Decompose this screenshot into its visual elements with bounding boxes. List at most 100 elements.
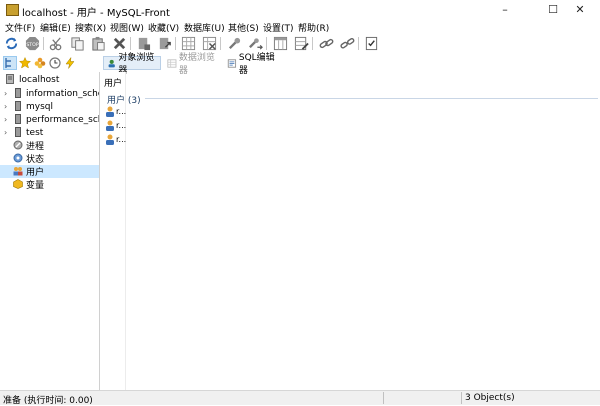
star-icon[interactable] (18, 56, 32, 70)
chevron-right-icon[interactable]: › (4, 89, 7, 98)
toolbar-separator (175, 37, 176, 50)
app-icon (6, 4, 19, 16)
tree-item-mysql[interactable]: › mysql (0, 100, 99, 113)
table-edit-icon[interactable] (293, 35, 309, 51)
user-icon (106, 106, 114, 117)
svg-text:STOP: STOP (26, 41, 38, 47)
close-button[interactable]: ✕ (560, 0, 600, 20)
sidebar-toolbar (0, 55, 100, 72)
window-title: localhost - 用户 - MySQL-Front (22, 8, 170, 19)
tree-item-label: mysql (26, 101, 53, 112)
chevron-right-icon[interactable]: › (4, 128, 7, 137)
menu-settings[interactable]: 设置(T) (263, 21, 294, 34)
object-browser-icon (108, 59, 115, 67)
user-icon (106, 120, 114, 131)
unlink-icon[interactable] (339, 35, 355, 51)
user-name: r... (116, 107, 127, 116)
menu-help[interactable]: 帮助(R) (298, 21, 329, 34)
main-toolbar: STOP (0, 34, 600, 54)
clock-icon[interactable] (48, 56, 62, 70)
object-count: 3 Object(s) (465, 393, 515, 403)
status-divider (461, 392, 462, 404)
users-icon (13, 167, 23, 176)
process-icon (13, 140, 23, 150)
menu-edit[interactable]: 编辑(E) (40, 21, 71, 34)
status-icon (13, 153, 23, 163)
tree-item-test[interactable]: › test (0, 126, 99, 139)
toolbar-separator (266, 37, 267, 50)
delete-icon[interactable] (111, 35, 127, 51)
tab-sql-editor[interactable]: SQL编辑器 (224, 53, 282, 76)
menu-search[interactable]: 搜索(X) (75, 21, 106, 34)
user-item[interactable]: r... (105, 133, 127, 146)
refresh-icon[interactable] (3, 35, 19, 51)
tree-item-label: 进程 (26, 142, 45, 152)
paste-icon[interactable] (90, 35, 106, 51)
tree-item-users[interactable]: 用户 (0, 165, 99, 178)
checklist-icon[interactable] (363, 35, 379, 51)
group-divider (145, 98, 598, 99)
view-tabs: 对象浏览器 数据浏览器 SQL编辑器 (102, 53, 600, 76)
sql-editor-icon (227, 58, 237, 68)
status-divider (383, 392, 384, 404)
tree-item-label: information_schema (26, 88, 99, 99)
status-message: 准备 (执行时间: 0.00) (3, 396, 93, 406)
tree-item-variables[interactable]: 变量 (0, 178, 99, 191)
menu-other[interactable]: 其他(S) (228, 21, 259, 34)
toolbar-separator (312, 37, 313, 50)
cut-icon[interactable] (48, 35, 64, 51)
grid-icon[interactable] (180, 35, 196, 51)
status-bar: 准备 (执行时间: 0.00) 3 Object(s) (0, 390, 600, 406)
tools-icon[interactable] (226, 35, 242, 51)
object-browser-panel: 用户 用户 (3) r... r... r... (101, 72, 600, 390)
toolbar-separator (220, 37, 221, 50)
table-icon[interactable] (272, 35, 288, 51)
menu-favorites[interactable]: 收藏(V) (148, 21, 179, 34)
tree-item-label: localhost (19, 74, 60, 85)
user-item[interactable]: r... (105, 119, 127, 132)
database-icon (15, 101, 21, 111)
tree-item-label: performance_schema (26, 114, 99, 125)
toolbar-separator (43, 37, 44, 50)
tools-arrow-icon[interactable] (247, 35, 263, 51)
tree-item-localhost[interactable]: localhost (0, 73, 99, 86)
tree-item-performance-schema[interactable]: › performance_schema (0, 113, 99, 126)
tree-item-label: 用户 (26, 168, 45, 178)
tree-item-processes[interactable]: 进程 (0, 139, 99, 152)
menu-database[interactable]: 数据库(U) (184, 21, 225, 34)
chevron-right-icon[interactable]: › (4, 115, 7, 124)
server-icon (6, 74, 14, 84)
stop-icon[interactable]: STOP (24, 35, 40, 51)
data-grid-icon (167, 58, 177, 68)
menu-bar: 文件(F) 编辑(E) 搜索(X) 视图(W) 收藏(V) 数据库(U) 其他(… (0, 20, 600, 34)
database-tree: localhost › information_schema › mysql ›… (0, 72, 100, 390)
link-icon[interactable] (318, 35, 334, 51)
user-item[interactable]: r... (105, 105, 127, 118)
tab-data-browser[interactable]: 数据浏览器 (164, 53, 222, 76)
copy-icon[interactable] (69, 35, 85, 51)
tree-item-status[interactable]: 状态 (0, 152, 99, 165)
tab-object-browser[interactable]: 对象浏览器 (103, 53, 161, 76)
flower-icon[interactable] (33, 56, 47, 70)
tree-item-label: 变量 (26, 181, 45, 191)
grid-delete-icon[interactable] (201, 35, 217, 51)
user-name: r... (116, 135, 127, 144)
tree-item-information-schema[interactable]: › information_schema (0, 87, 99, 100)
toolbar-separator (358, 37, 359, 50)
menu-view[interactable]: 视图(W) (110, 21, 144, 34)
chevron-right-icon[interactable]: › (4, 102, 7, 111)
database-icon (15, 127, 21, 137)
database-icon (15, 88, 21, 98)
minimize-button[interactable]: – (485, 0, 525, 20)
variables-icon (13, 179, 23, 189)
database-icon (15, 114, 21, 124)
user-icon (106, 134, 114, 145)
import-icon[interactable] (135, 35, 151, 51)
tree-item-label: test (26, 127, 44, 138)
user-name: r... (116, 121, 127, 130)
content-header: 用户 (104, 79, 123, 89)
menu-file[interactable]: 文件(F) (5, 21, 35, 34)
bolt-icon[interactable] (63, 56, 77, 70)
tree-icon[interactable] (3, 56, 17, 70)
export-icon[interactable] (156, 35, 172, 51)
